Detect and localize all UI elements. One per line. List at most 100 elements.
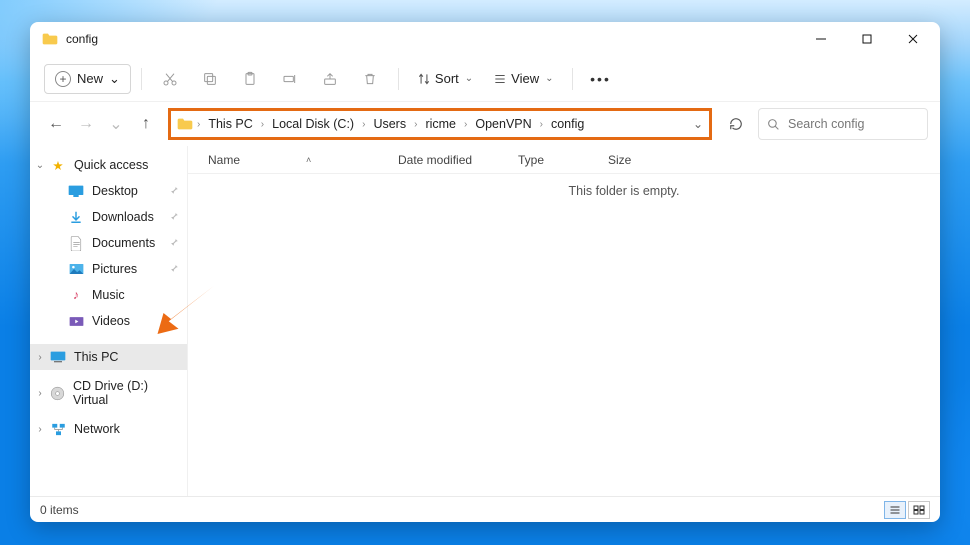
empty-folder-message: This folder is empty. bbox=[308, 174, 940, 198]
sidebar-item-label: Music bbox=[92, 288, 125, 302]
sidebar-item-label: Quick access bbox=[74, 158, 148, 172]
delete-button[interactable] bbox=[352, 64, 388, 94]
paste-button[interactable] bbox=[232, 64, 268, 94]
folder-icon bbox=[177, 118, 193, 130]
content-area: Name ˄ Date modified Type Size This fold… bbox=[188, 146, 940, 496]
music-icon: ♪ bbox=[68, 287, 84, 303]
new-label: New bbox=[77, 71, 103, 86]
search-input[interactable]: Search config bbox=[758, 108, 928, 140]
chevron-right-icon[interactable]: › bbox=[34, 424, 46, 435]
breadcrumb-item[interactable]: Users bbox=[369, 117, 410, 131]
sidebar-network[interactable]: › Network bbox=[30, 416, 187, 442]
view-button[interactable]: View ⌄ bbox=[485, 64, 561, 94]
sidebar-item-label: This PC bbox=[74, 350, 118, 364]
sidebar-item-documents[interactable]: Documents bbox=[30, 230, 187, 256]
chevron-right-icon[interactable]: › bbox=[34, 388, 46, 399]
pin-icon bbox=[169, 236, 179, 250]
pin-icon bbox=[169, 262, 179, 276]
up-button[interactable]: ↑ bbox=[132, 110, 160, 138]
recent-button[interactable]: ⌄ bbox=[102, 110, 130, 138]
chevron-down-icon: ⌄ bbox=[465, 73, 473, 84]
cut-button[interactable] bbox=[152, 64, 188, 94]
chevron-right-icon: › bbox=[538, 119, 545, 130]
chevron-right-icon: › bbox=[412, 119, 419, 130]
breadcrumb-item[interactable]: Local Disk (C:) bbox=[268, 117, 358, 131]
pc-icon bbox=[50, 349, 66, 365]
titlebar: config bbox=[30, 22, 940, 56]
status-bar: 0 items bbox=[30, 496, 940, 522]
plus-icon: + bbox=[55, 71, 71, 87]
rename-button[interactable] bbox=[272, 64, 308, 94]
sidebar: ⌄ ★ Quick access Desktop Downloads Docum… bbox=[30, 146, 188, 496]
column-type[interactable]: Type bbox=[518, 153, 608, 167]
column-headers: Name ˄ Date modified Type Size bbox=[188, 146, 940, 174]
search-icon bbox=[767, 118, 780, 131]
sidebar-item-label: Desktop bbox=[92, 184, 138, 198]
sort-button[interactable]: Sort ⌄ bbox=[409, 64, 481, 94]
sidebar-this-pc[interactable]: › This PC bbox=[30, 344, 187, 370]
disc-icon bbox=[50, 385, 65, 401]
documents-icon bbox=[68, 235, 84, 251]
desktop-icon bbox=[68, 183, 84, 199]
sidebar-item-label: Documents bbox=[92, 236, 155, 250]
sidebar-item-label: Downloads bbox=[92, 210, 154, 224]
pin-icon bbox=[169, 210, 179, 224]
breadcrumb-item[interactable]: This PC bbox=[204, 117, 256, 131]
chevron-down-icon[interactable]: ⌄ bbox=[693, 117, 703, 131]
chevron-right-icon: › bbox=[462, 119, 469, 130]
view-label: View bbox=[511, 71, 539, 86]
folder-icon bbox=[42, 33, 58, 45]
breadcrumb-item[interactable]: ricme bbox=[421, 117, 460, 131]
copy-button[interactable] bbox=[192, 64, 228, 94]
explorer-window: config + New ⌄ Sort ⌄ View ⌄ bbox=[30, 22, 940, 522]
chevron-down-icon: ⌄ bbox=[109, 71, 120, 87]
view-icon bbox=[493, 72, 507, 86]
chevron-right-icon: › bbox=[259, 119, 266, 130]
breadcrumb-item[interactable]: OpenVPN bbox=[471, 117, 535, 131]
thumbnails-view-toggle[interactable] bbox=[908, 501, 930, 519]
item-count: 0 items bbox=[40, 503, 79, 517]
chevron-right-icon: › bbox=[360, 119, 367, 130]
sidebar-quick-access[interactable]: ⌄ ★ Quick access bbox=[30, 152, 187, 178]
sidebar-cd-drive[interactable]: › CD Drive (D:) Virtual bbox=[30, 380, 187, 406]
sort-label: Sort bbox=[435, 71, 459, 86]
share-button[interactable] bbox=[312, 64, 348, 94]
sidebar-item-music[interactable]: ♪ Music bbox=[30, 282, 187, 308]
new-button[interactable]: + New ⌄ bbox=[44, 64, 131, 94]
sidebar-item-label: Network bbox=[74, 422, 120, 436]
toolbar: + New ⌄ Sort ⌄ View ⌄ ••• bbox=[30, 56, 940, 102]
downloads-icon bbox=[68, 209, 84, 225]
chevron-down-icon[interactable]: ⌄ bbox=[34, 160, 46, 171]
breadcrumb-item[interactable]: config bbox=[547, 117, 588, 131]
sidebar-item-pictures[interactable]: Pictures bbox=[30, 256, 187, 282]
maximize-button[interactable] bbox=[844, 22, 890, 56]
chevron-right-icon: › bbox=[195, 119, 202, 130]
column-name[interactable]: Name ˄ bbox=[208, 153, 398, 167]
search-placeholder: Search config bbox=[788, 117, 864, 131]
forward-button[interactable]: → bbox=[72, 110, 100, 138]
sidebar-item-label: Videos bbox=[92, 314, 130, 328]
close-button[interactable] bbox=[890, 22, 936, 56]
star-icon: ★ bbox=[50, 157, 66, 173]
window-title: config bbox=[66, 32, 98, 46]
videos-icon bbox=[68, 313, 84, 329]
minimize-button[interactable] bbox=[798, 22, 844, 56]
column-size[interactable]: Size bbox=[608, 153, 678, 167]
more-button[interactable]: ••• bbox=[583, 64, 619, 94]
details-view-toggle[interactable] bbox=[884, 501, 906, 519]
sidebar-item-label: CD Drive (D:) Virtual bbox=[73, 379, 179, 407]
sidebar-item-downloads[interactable]: Downloads bbox=[30, 204, 187, 230]
address-bar[interactable]: › This PC › Local Disk (C:) › Users › ri… bbox=[168, 108, 712, 140]
column-date[interactable]: Date modified bbox=[398, 153, 518, 167]
back-button[interactable]: ← bbox=[42, 110, 70, 138]
sort-ascending-icon: ˄ bbox=[306, 155, 311, 165]
refresh-button[interactable] bbox=[722, 110, 750, 138]
sidebar-item-videos[interactable]: Videos bbox=[30, 308, 187, 334]
nav-row: ← → ⌄ ↑ › This PC › Local Disk (C:) › Us… bbox=[30, 102, 940, 146]
chevron-right-icon[interactable]: › bbox=[34, 352, 46, 363]
sidebar-item-label: Pictures bbox=[92, 262, 137, 276]
sort-icon bbox=[417, 72, 431, 86]
pin-icon bbox=[169, 184, 179, 198]
chevron-down-icon: ⌄ bbox=[545, 73, 553, 84]
sidebar-item-desktop[interactable]: Desktop bbox=[30, 178, 187, 204]
